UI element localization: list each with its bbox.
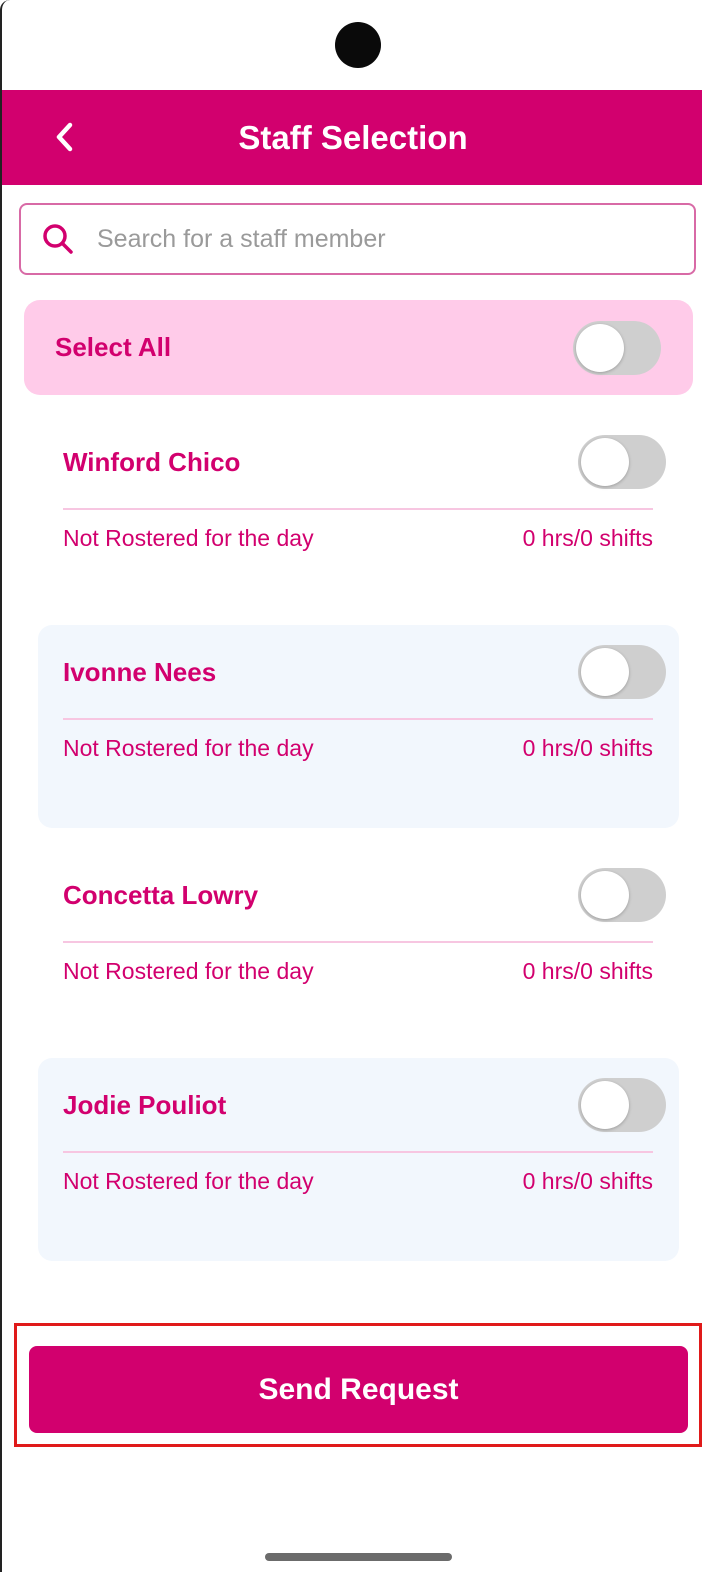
select-all-row: Select All [24,300,693,395]
divider [63,1151,653,1153]
toggle-knob [581,648,629,696]
staff-card-details: Not Rostered for the day 0 hrs/0 shifts [63,525,653,552]
roster-status: Not Rostered for the day [63,1168,314,1194]
staff-toggle[interactable] [578,645,666,699]
staff-card-ivonne-nees: Ivonne Nees Not Rostered for the day 0 h… [38,625,679,828]
hours-shifts: 0 hrs/0 shifts [522,958,653,984]
staff-card-details: Not Rostered for the day 0 hrs/0 shifts [63,958,653,985]
toggle-knob [576,323,624,372]
back-button[interactable] [42,114,88,160]
staff-name: Concetta Lowry [63,879,259,910]
page-title: Staff Selection [238,118,468,156]
staff-card-header: Winford Chico [63,415,666,509]
staff-card-header: Ivonne Nees [63,625,666,719]
staff-card-winford-chico: Winford Chico Not Rostered for the day 0… [38,415,679,618]
roster-status: Not Rostered for the day [63,958,314,984]
hours-shifts: 0 hrs/0 shifts [522,1168,653,1194]
staff-toggle[interactable] [578,435,666,489]
search-box[interactable] [19,203,696,275]
divider [63,718,653,720]
staff-card-details: Not Rostered for the day 0 hrs/0 shifts [63,735,653,762]
app-bar: Staff Selection [2,90,702,185]
select-all-toggle[interactable] [573,320,661,375]
staff-name: Winford Chico [63,446,241,477]
send-request-button[interactable]: Send Request [29,1346,688,1433]
hours-shifts: 0 hrs/0 shifts [522,525,653,551]
search-input[interactable] [97,224,657,254]
divider [63,941,653,943]
staff-card-details: Not Rostered for the day 0 hrs/0 shifts [63,1168,653,1195]
toggle-knob [581,1081,629,1129]
staff-card-concetta-lowry: Concetta Lowry Not Rostered for the day … [38,848,679,1051]
search-icon [43,224,73,254]
hours-shifts: 0 hrs/0 shifts [522,735,653,761]
select-all-label: Select All [55,332,172,362]
staff-name: Ivonne Nees [63,656,217,687]
camera-cutout [335,22,381,68]
toggle-knob [581,438,629,486]
staff-card-jodie-pouliot: Jodie Pouliot Not Rostered for the day 0… [38,1058,679,1261]
divider [63,508,653,510]
phone-screen: Staff Selection Select All Winford Chico… [0,0,702,1572]
roster-status: Not Rostered for the day [63,525,314,551]
toggle-knob [581,871,629,919]
staff-toggle[interactable] [578,1078,666,1132]
staff-card-header: Concetta Lowry [63,848,666,942]
chevron-left-icon [56,122,73,152]
staff-name: Jodie Pouliot [63,1089,227,1120]
staff-card-header: Jodie Pouliot [63,1058,666,1152]
home-indicator [265,1553,452,1561]
search-section [2,185,702,293]
staff-toggle[interactable] [578,868,666,922]
roster-status: Not Rostered for the day [63,735,314,761]
